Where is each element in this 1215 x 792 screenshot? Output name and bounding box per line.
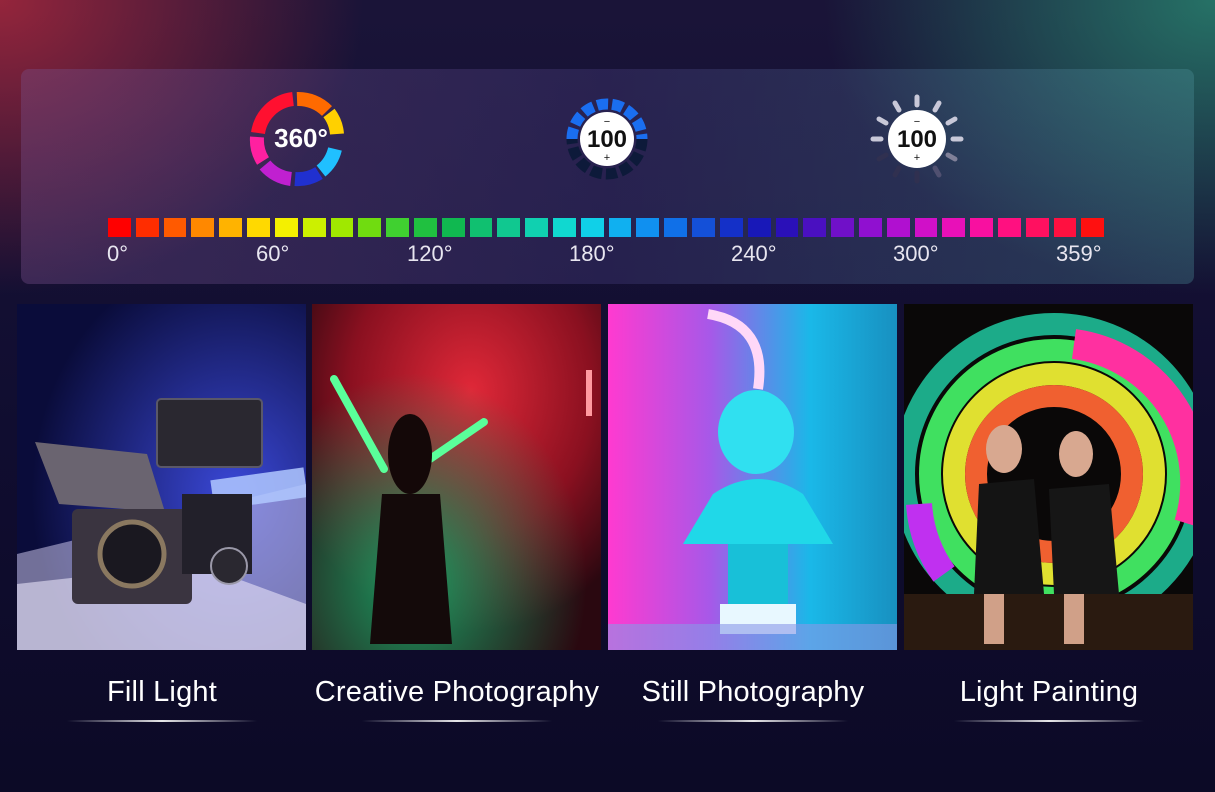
hue-segment — [441, 218, 465, 237]
caption-underline — [658, 720, 848, 722]
bust-statue-photo — [608, 304, 897, 650]
hue-segment — [497, 218, 521, 237]
hue-segment — [330, 218, 354, 237]
hue-segment — [135, 218, 159, 237]
camera-rig-photo — [17, 304, 306, 650]
hue-segment — [1053, 218, 1077, 237]
caption-creative-photography: Creative Photography — [314, 676, 600, 708]
hue-segment — [998, 218, 1021, 237]
hue-segment — [775, 218, 799, 237]
hue-segment — [608, 218, 632, 237]
hue-segment — [274, 218, 298, 237]
hue-segment — [803, 218, 827, 237]
caption-underline — [67, 720, 257, 722]
saturation-plus: + — [914, 152, 920, 164]
saturation-label: 100 — [897, 126, 937, 153]
hue-segment — [664, 218, 688, 237]
brightness-label: 100 — [587, 126, 627, 153]
hue-tick: 180° — [569, 241, 615, 266]
hue-segment — [636, 218, 660, 237]
hue-tick: 240° — [731, 241, 777, 266]
caption-light-painting: Light Painting — [959, 676, 1139, 708]
specs-panel: 360° − 100 + − 100 + 0° 60° 120° 180° 24… — [21, 69, 1194, 284]
hue-tick: 300° — [893, 241, 939, 266]
sun-dial-icon: − 100 + — [867, 89, 967, 189]
caption-fill-light: Fill Light — [107, 676, 217, 708]
hue-segment — [163, 218, 187, 237]
hue-segment — [219, 218, 243, 237]
hue-tick: 60° — [256, 241, 290, 266]
hue-segment — [719, 218, 743, 237]
hue-segment — [191, 218, 215, 237]
light-painting-photo — [904, 304, 1193, 650]
hue-segment — [469, 218, 493, 237]
hue-segment — [525, 218, 548, 237]
caption-still-photography: Still Photography — [641, 676, 865, 708]
hue-tick: 359° — [1056, 241, 1102, 266]
brightness-plus: + — [604, 152, 610, 164]
hue-segment — [302, 218, 326, 237]
caption-underline — [954, 720, 1144, 722]
hue-scale-bar — [108, 218, 1105, 237]
hue-segment — [413, 218, 437, 237]
caption-underline — [362, 720, 552, 722]
light-wands-photo — [312, 304, 601, 650]
hue-segment — [1081, 218, 1105, 237]
hue-segment — [858, 218, 882, 237]
hue-segment — [914, 218, 938, 237]
hue-segment — [108, 218, 131, 237]
color-wheel-icon: 360° — [247, 89, 347, 189]
hue-tick: 0° — [107, 241, 129, 266]
hue-segment — [970, 218, 993, 237]
hue-segment — [692, 218, 715, 237]
hue-segment — [831, 218, 854, 237]
hue-segment — [386, 218, 409, 237]
hue-segment — [1025, 218, 1049, 237]
hue-label: 360° — [274, 123, 328, 153]
brightness-dial-icon: − 100 + — [557, 89, 657, 189]
hue-segment — [942, 218, 966, 237]
hue-segment — [886, 218, 910, 237]
hue-tick: 120° — [407, 241, 453, 266]
hue-segment — [553, 218, 576, 237]
hue-segment — [747, 218, 771, 237]
hue-segment — [247, 218, 270, 237]
hue-segment — [580, 218, 604, 237]
hue-segment — [358, 218, 382, 237]
